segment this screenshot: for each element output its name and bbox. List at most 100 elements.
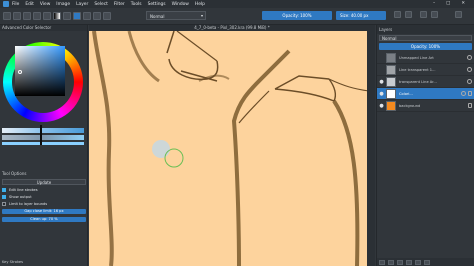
minimize-button[interactable]: – bbox=[433, 1, 435, 6]
layer-row[interactable]: ● background bbox=[377, 100, 474, 112]
blend-mode-select[interactable]: Normal ▾ bbox=[146, 11, 206, 20]
layer-properties-button[interactable] bbox=[415, 259, 421, 265]
color-patches-strip[interactable] bbox=[2, 135, 84, 140]
add-layer-button[interactable] bbox=[379, 259, 385, 265]
option-label: Edit line strokes bbox=[9, 188, 38, 192]
gap-close-slider[interactable]: Gap close limit: 16 px bbox=[2, 209, 86, 214]
alpha-lock-icon[interactable] bbox=[461, 91, 466, 96]
layer-blend-select[interactable]: Normal bbox=[379, 35, 472, 41]
mirror-horizontal-icon[interactable] bbox=[394, 11, 401, 18]
chevron-down-icon: ▾ bbox=[200, 13, 203, 18]
layer-row[interactable]: Line transparent 1... bbox=[377, 64, 474, 76]
close-button[interactable]: ✕ bbox=[461, 1, 465, 6]
shade-marker bbox=[40, 125, 42, 145]
saturation-value-square[interactable] bbox=[15, 46, 65, 96]
new-document-icon[interactable] bbox=[3, 12, 11, 20]
mode-button[interactable]: Update bbox=[2, 179, 86, 185]
mirror-vertical-icon[interactable] bbox=[405, 11, 412, 18]
eye-icon[interactable]: ● bbox=[377, 91, 386, 97]
cleanup-slider[interactable]: Clean up: 70 % bbox=[2, 217, 86, 222]
menu-help[interactable]: Help bbox=[195, 2, 205, 7]
checkbox-icon[interactable] bbox=[2, 188, 6, 192]
canvas-artwork bbox=[92, 31, 370, 266]
undo-icon[interactable] bbox=[33, 12, 41, 20]
menu-layer[interactable]: Layer bbox=[76, 2, 88, 7]
layer-name: Line transparent 1... bbox=[399, 67, 436, 72]
lock-icon[interactable] bbox=[468, 103, 472, 108]
layer-name: Colori... bbox=[399, 91, 413, 96]
checkbox-icon[interactable] bbox=[2, 202, 6, 206]
move-layer-up-button[interactable] bbox=[397, 259, 403, 265]
pattern-selector-icon[interactable] bbox=[63, 12, 71, 20]
gradient-selector-icon[interactable] bbox=[53, 12, 61, 20]
layer-row-active[interactable]: ● Colori... bbox=[377, 88, 474, 100]
menu-tools[interactable]: Tools bbox=[131, 2, 142, 7]
layers-title: Layers bbox=[377, 25, 474, 34]
tool-options-panel: Tool Options Update Edit line strokes Sh… bbox=[0, 171, 88, 225]
layer-buttons bbox=[377, 258, 474, 266]
canvas[interactable] bbox=[89, 31, 375, 266]
delete-layer-button[interactable] bbox=[424, 259, 430, 265]
menu-view[interactable]: View bbox=[40, 2, 50, 7]
krita-logo-icon bbox=[3, 1, 9, 7]
menu-file[interactable]: File bbox=[12, 2, 19, 7]
maximize-button[interactable]: □ bbox=[446, 1, 450, 6]
layer-thumbnail bbox=[386, 64, 396, 75]
window-controls: – □ ✕ bbox=[433, 1, 471, 6]
menu-window[interactable]: Window bbox=[172, 2, 189, 7]
layer-name: background bbox=[399, 103, 421, 108]
layer-name: transparent Line Ar... bbox=[399, 79, 437, 84]
redo-icon[interactable] bbox=[43, 12, 51, 20]
canvas-scrollbar[interactable] bbox=[367, 31, 375, 266]
layer-thumbnail bbox=[386, 52, 396, 63]
wrap-around-icon[interactable] bbox=[431, 11, 438, 18]
alpha-lock-icon[interactable] bbox=[467, 67, 472, 72]
menu-bar: File Edit View Image Layer Select Filter… bbox=[0, 0, 474, 8]
layer-name: Unmapped Line Art bbox=[399, 55, 434, 60]
duplicate-layer-button[interactable] bbox=[388, 259, 394, 265]
save-document-icon[interactable] bbox=[23, 12, 31, 20]
blend-mode-value: Normal bbox=[150, 14, 165, 19]
alpha-lock-icon[interactable] bbox=[467, 79, 472, 84]
menu-filter[interactable]: Filter bbox=[114, 2, 125, 7]
advanced-color-selector[interactable] bbox=[0, 31, 87, 131]
option-label: Show output bbox=[9, 195, 32, 199]
brush-preset-icon[interactable] bbox=[73, 12, 81, 20]
preserve-alpha-icon[interactable] bbox=[103, 12, 111, 20]
option-label: Limit to layer bounds bbox=[9, 202, 48, 206]
layer-thumbnail bbox=[386, 88, 396, 99]
eye-icon[interactable]: ● bbox=[377, 79, 386, 85]
eye-icon[interactable]: ● bbox=[377, 103, 386, 109]
menu-image[interactable]: Image bbox=[56, 2, 70, 7]
option-limit-to-layer[interactable]: Limit to layer bounds bbox=[2, 202, 86, 206]
opacity-slider[interactable]: Opacity: 100% bbox=[262, 11, 332, 20]
layer-thumbnail bbox=[386, 100, 396, 111]
alpha-lock-icon[interactable] bbox=[467, 55, 472, 60]
size-slider[interactable]: Size: 40.00 px bbox=[336, 11, 386, 20]
eraser-mode-icon[interactable] bbox=[93, 12, 101, 20]
menu-edit[interactable]: Edit bbox=[25, 2, 34, 7]
shade-selector-strip[interactable] bbox=[2, 142, 84, 145]
docker-menu-icon[interactable] bbox=[455, 11, 462, 18]
tool-options-title: Tool Options bbox=[2, 171, 27, 176]
option-show-output[interactable]: Show output bbox=[2, 195, 86, 199]
workspace-icon[interactable] bbox=[420, 11, 427, 18]
checkbox-icon[interactable] bbox=[2, 195, 6, 199]
layers-docker: Layers Normal Opacity: 100% Unmapped Lin… bbox=[376, 25, 474, 266]
move-layer-down-button[interactable] bbox=[406, 259, 412, 265]
layer-row[interactable]: Unmapped Line Art bbox=[377, 52, 474, 64]
lock-icon[interactable] bbox=[468, 91, 472, 96]
option-edit-line-strokes[interactable]: Edit line strokes bbox=[2, 188, 86, 192]
menu-select[interactable]: Select bbox=[94, 2, 108, 7]
menu-settings[interactable]: Settings bbox=[148, 2, 166, 7]
color-picker-cursor[interactable] bbox=[18, 70, 22, 74]
main-toolbar bbox=[0, 8, 474, 25]
key-strokes-label: Key Strokes bbox=[2, 260, 23, 264]
layer-opacity-slider[interactable]: Opacity: 100% bbox=[379, 43, 472, 50]
layer-thumbnail bbox=[386, 76, 396, 87]
left-docker: Advanced Color Selector Tool Options Upd… bbox=[0, 25, 88, 266]
color-history-strip[interactable] bbox=[2, 128, 84, 133]
brush-editor-icon[interactable] bbox=[83, 12, 91, 20]
open-document-icon[interactable] bbox=[13, 12, 21, 20]
layer-row[interactable]: ● transparent Line Ar... bbox=[377, 76, 474, 88]
